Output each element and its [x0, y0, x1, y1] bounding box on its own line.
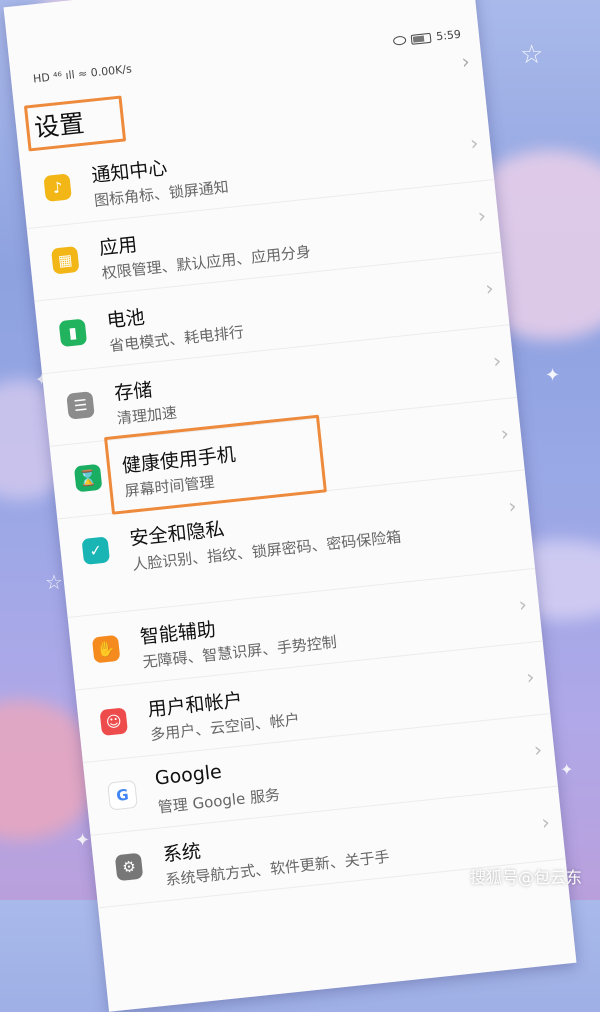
item-subtitle: 管理 Google 服务 [157, 785, 281, 817]
star-decoration: ☆ [45, 570, 63, 594]
status-signal-info: HD ⁴⁶ ıll ≈ 0.00K/s [32, 62, 133, 86]
item-subtitle: 清理加速 [116, 403, 178, 428]
chevron-right-icon: › [491, 348, 503, 374]
watermark: 搜狐号@包云东 [469, 868, 582, 887]
chevron-right-icon: › [476, 203, 488, 228]
star-decoration: ✦ [560, 760, 574, 779]
star-decoration: ✦ [545, 365, 561, 386]
status-time: 5:59 [435, 27, 462, 44]
highlight-box-title [23, 95, 127, 152]
system-icon: ⚙ [114, 852, 144, 882]
hourglass-icon: ⌛ [73, 463, 103, 493]
chevron-right-icon: › [499, 420, 511, 446]
shield-check-icon: ✓ [81, 536, 111, 565]
settings-list: ♪ 通知中心 图标角标、锁屏通知 › ▦ 应用 权限管理、默认应用、应用分身 ›… [19, 107, 566, 909]
bell-icon: ♪ [43, 173, 72, 202]
item-label: 存储 [113, 378, 154, 405]
item-label: 应用 [98, 233, 139, 260]
google-icon: G [107, 779, 138, 811]
star-decoration: ✦ [75, 830, 91, 851]
chevron-right-icon: › [484, 275, 495, 301]
battery-icon: ▮ [58, 318, 88, 348]
storage-icon: ☰ [66, 391, 95, 420]
chevron-right-icon: › [532, 737, 544, 762]
chevron-right-icon: › [525, 664, 536, 690]
chevron-right-icon[interactable]: › [460, 49, 470, 74]
chevron-right-icon: › [469, 130, 480, 156]
eye-comfort-icon [393, 35, 407, 46]
item-label: Google [153, 760, 223, 790]
battery-status-icon [410, 32, 432, 45]
item-label: 系统 [161, 840, 202, 867]
star-decoration: ☆ [520, 40, 544, 70]
phone-screen: HD ⁴⁶ ıll ≈ 0.00K/s 5:59 › 设置 ♪ 通知中心 图标角… [3, 0, 577, 1012]
hand-icon: ✋ [91, 634, 121, 664]
chevron-right-icon: › [517, 591, 528, 617]
chevron-right-icon: › [540, 809, 551, 835]
apps-grid-icon: ▦ [50, 245, 80, 275]
item-label: 电池 [105, 306, 146, 333]
chevron-right-icon: › [507, 493, 518, 519]
user-icon: ☺ [99, 707, 129, 737]
